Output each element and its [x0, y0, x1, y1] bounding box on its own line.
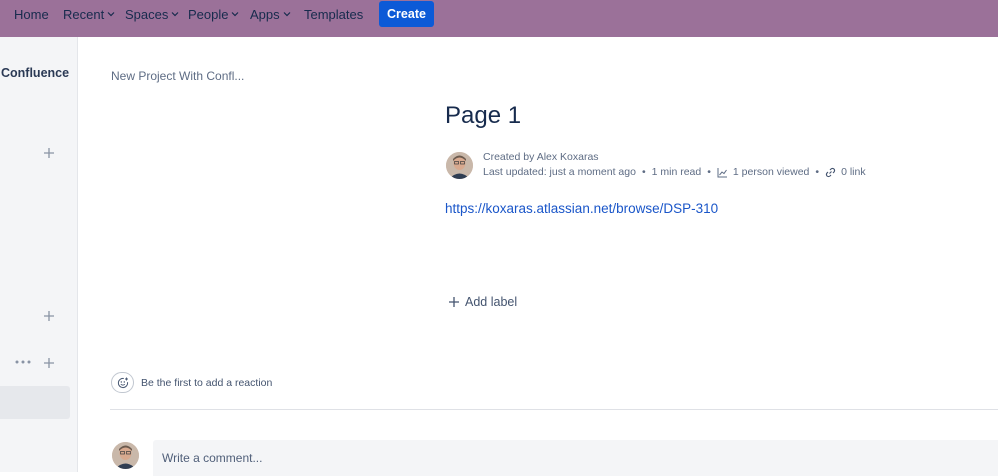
add-reaction-button[interactable] — [111, 372, 134, 393]
nav-apps[interactable]: Apps — [250, 0, 291, 28]
space-name[interactable]: Confluence — [1, 66, 69, 80]
comments-divider — [110, 409, 998, 410]
nav-recent[interactable]: Recent — [63, 0, 115, 28]
created-by[interactable]: Created by Alex Koxaras — [483, 150, 866, 165]
chevron-down-icon — [107, 12, 115, 17]
link-count[interactable]: 0 link — [841, 165, 866, 180]
nav-templates[interactable]: Templates — [304, 0, 363, 28]
sidebar: Confluence — [0, 37, 78, 472]
nav-people-label: People — [188, 6, 229, 22]
plus-icon[interactable] — [42, 356, 56, 370]
viewed-count[interactable]: 1 person viewed — [733, 165, 809, 180]
comment-input[interactable] — [153, 440, 998, 476]
last-updated[interactable]: Last updated: just a moment ago — [483, 165, 636, 180]
plus-icon[interactable] — [42, 146, 56, 160]
chevron-down-icon — [171, 12, 179, 17]
page-meta-row: Last updated: just a moment ago • 1 min … — [483, 165, 866, 180]
nav-apps-label: Apps — [250, 6, 280, 22]
sidebar-selected-item[interactable] — [0, 386, 70, 419]
comment-avatar — [112, 442, 139, 469]
nav-spaces[interactable]: Spaces — [125, 0, 179, 28]
nav-people[interactable]: People — [188, 0, 239, 28]
nav-home[interactable]: Home — [14, 0, 49, 28]
page-body-link[interactable]: https://koxaras.atlassian.net/browse/DSP… — [445, 201, 718, 216]
nav-spaces-label: Spaces — [125, 6, 169, 22]
page-byline: Created by Alex Koxaras Last updated: ju… — [483, 150, 866, 180]
breadcrumb[interactable]: New Project With Confl... — [111, 69, 244, 83]
avatar[interactable] — [446, 152, 473, 179]
read-time: 1 min read — [651, 166, 702, 178]
nav-home-label: Home — [14, 6, 49, 22]
nav-recent-label: Recent — [63, 6, 105, 22]
nav-templates-label: Templates — [304, 6, 364, 22]
avatar-image — [446, 152, 473, 179]
reaction-prompt: Be the first to add a reaction — [141, 377, 273, 389]
plus-icon[interactable] — [42, 309, 56, 323]
more-dots-icon[interactable] — [14, 357, 32, 367]
avatar-image — [112, 442, 139, 469]
add-reaction-icon — [117, 377, 128, 388]
add-label-button[interactable]: Add label — [448, 295, 517, 309]
chevron-down-icon — [283, 12, 291, 17]
plus-icon — [449, 297, 459, 307]
link-icon — [825, 167, 836, 178]
chevron-down-icon — [232, 12, 239, 17]
top-navigation: Home Recent Spaces People Apps Templates… — [0, 0, 998, 37]
analytics-icon — [717, 168, 727, 178]
add-label-text: Add label — [465, 295, 518, 309]
page-title: Page 1 — [445, 102, 522, 129]
create-button[interactable]: Create — [379, 1, 434, 27]
